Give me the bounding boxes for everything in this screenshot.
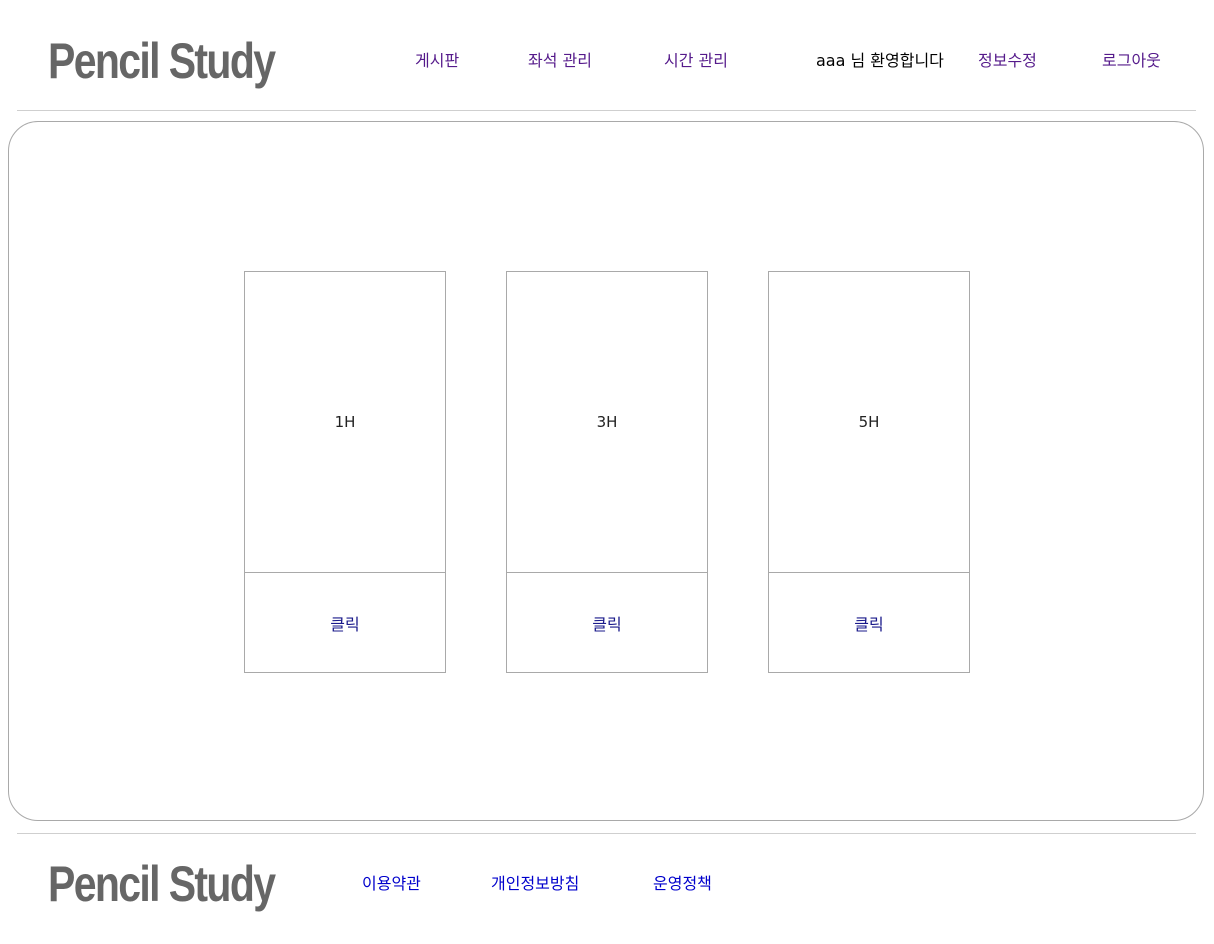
plan-card-3h: 3H 클릭 <box>506 271 708 673</box>
footer-policy-link[interactable]: 운영정책 <box>653 876 712 892</box>
nav-time-management-link[interactable]: 시간 관리 <box>664 53 728 69</box>
footer-logo: Pencil Study <box>48 856 276 912</box>
plan-card-5h: 5H 클릭 <box>768 271 970 673</box>
plan-action-area: 클릭 <box>507 572 707 672</box>
plan-card-1h: 1H 클릭 <box>244 271 446 673</box>
plan-label: 1H <box>334 413 356 431</box>
edit-profile-link[interactable]: 정보수정 <box>978 53 1037 69</box>
select-3h-link[interactable]: 클릭 <box>592 611 621 635</box>
nav-seat-management-link[interactable]: 좌석 관리 <box>528 53 592 69</box>
plan-label: 5H <box>858 413 880 431</box>
welcome-message: aaa 님 환영합니다 <box>816 51 944 70</box>
footer-privacy-link[interactable]: 개인정보방침 <box>491 876 579 892</box>
select-1h-link[interactable]: 클릭 <box>330 611 359 635</box>
nav-board-link[interactable]: 게시판 <box>415 53 459 69</box>
plan-action-area: 클릭 <box>769 572 969 672</box>
plan-action-area: 클릭 <box>245 572 445 672</box>
site-logo[interactable]: Pencil Study <box>48 36 276 86</box>
footer-terms-link[interactable]: 이용약관 <box>362 876 421 892</box>
logout-link[interactable]: 로그아웃 <box>1102 53 1161 69</box>
select-5h-link[interactable]: 클릭 <box>854 611 883 635</box>
footer-divider <box>17 833 1196 834</box>
header-divider <box>17 110 1196 111</box>
plan-label: 3H <box>596 413 618 431</box>
